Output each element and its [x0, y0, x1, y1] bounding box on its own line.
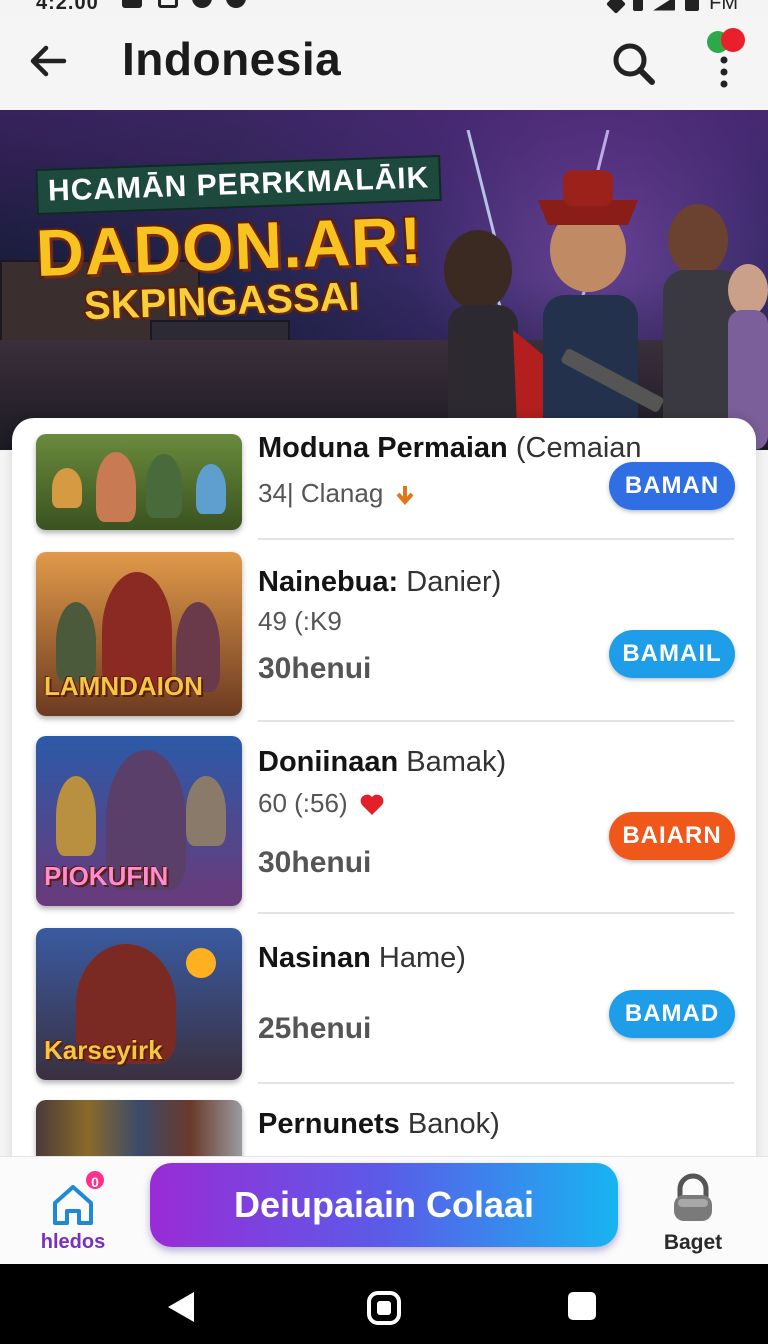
status-time: 4:2.00 [36, 0, 99, 14]
thumbnail-caption: PIOKUFIN [44, 861, 169, 891]
overflow-menu-icon [707, 28, 745, 88]
notification-icon [158, 0, 178, 8]
shield-icon [226, 0, 246, 8]
arrow-down-icon [396, 486, 414, 506]
game-thumbnail: LAMNDAION [36, 552, 242, 716]
nav-home-label: hledos [40, 1231, 106, 1253]
item-title: Doniinaan Bamak) [258, 746, 507, 778]
promo-banner[interactable]: HCAMĀN PERRKMALĀIK DADON.AR! SKPINGASSAI [0, 110, 768, 450]
battery-icon [685, 0, 700, 11]
notification-badge: 0 [84, 1169, 106, 1191]
thumbnail-caption: Karseyirk [44, 1035, 163, 1065]
list-item[interactable]: Moduna Permaian (Cemaian 34| Clanag BAMA… [12, 418, 756, 540]
item-action-button[interactable]: BAMAIL [609, 630, 735, 678]
item-title: Pernunets Banok) [258, 1108, 500, 1140]
signal-icon [653, 0, 676, 11]
arrow-left-icon [30, 45, 67, 77]
game-thumbnail: PIOKUFIN [36, 736, 242, 906]
screen: 4:2.00 FM Indonesia HCAMĀN PERRKMALĀIK D… [0, 0, 768, 1344]
item-title: Nasinan Hame) [258, 942, 466, 974]
game-thumbnail [36, 434, 242, 530]
page-title: Indonesia [122, 33, 342, 85]
location-icon [606, 0, 627, 14]
item-detail: 30henui [258, 652, 372, 685]
nav-badge-tab[interactable]: Baget [648, 1167, 738, 1257]
bottom-navigation: 0 hledos Deiupaiain Colaai Baget [0, 1156, 768, 1264]
lock-icon [674, 1173, 712, 1221]
thumbnail-caption: LAMNDAION [44, 671, 203, 701]
item-action-button[interactable]: BAMAD [609, 990, 735, 1038]
item-title: Moduna Permaian (Cemaian [258, 432, 642, 464]
overflow-menu-button[interactable] [700, 28, 752, 90]
list-item[interactable]: LAMNDAION Nainebua: Danier) 49 (:K9 30he… [12, 540, 756, 720]
status-right-text: FM [709, 0, 738, 14]
list-item[interactable]: Karseyirk Nasinan Hame) 25henui BAMAD [12, 914, 756, 1084]
app-bar: Indonesia [0, 16, 768, 110]
search-icon [613, 43, 655, 85]
system-back-icon[interactable] [164, 1290, 198, 1324]
item-subtitle: 34| Clanag [258, 478, 415, 509]
heart-icon [360, 794, 384, 816]
system-recents-icon[interactable] [566, 1290, 598, 1322]
shield-icon [192, 0, 212, 8]
system-navigation-bar [0, 1264, 768, 1344]
item-subtitle: 49 (:K9 [258, 606, 342, 636]
banner-heroes-illustration [444, 130, 768, 450]
status-bar: 4:2.00 FM [0, 0, 768, 16]
game-list: Moduna Permaian (Cemaian 34| Clanag BAMA… [12, 418, 756, 1178]
bluetooth-icon [633, 0, 644, 11]
item-detail: 30henui [258, 846, 372, 879]
item-action-button[interactable]: BAMAN [609, 462, 735, 510]
back-button[interactable] [26, 38, 72, 84]
item-detail: 25henui [258, 1012, 372, 1045]
search-button[interactable] [608, 38, 660, 90]
item-title: Nainebua: Danier) [258, 566, 502, 598]
banner-headline: HCAMĀN PERRKMALĀIK DADON.AR! SKPINGASSAI [35, 154, 442, 328]
primary-cta-button[interactable]: Deiupaiain Colaai [150, 1163, 618, 1247]
item-subtitle: 60 (:56) [258, 788, 385, 819]
status-right: FM [606, 0, 738, 15]
game-thumbnail: Karseyirk [36, 928, 242, 1080]
list-item[interactable]: PIOKUFIN Doniinaan Bamak) 60 (:56) 30hen… [12, 722, 756, 912]
system-home-icon[interactable] [366, 1290, 402, 1326]
notification-icon [122, 0, 142, 8]
item-action-button[interactable]: BAIARN [609, 812, 735, 860]
nav-home-tab[interactable]: 0 hledos [30, 1167, 120, 1257]
nav-badge-label: Baget [663, 1231, 723, 1254]
